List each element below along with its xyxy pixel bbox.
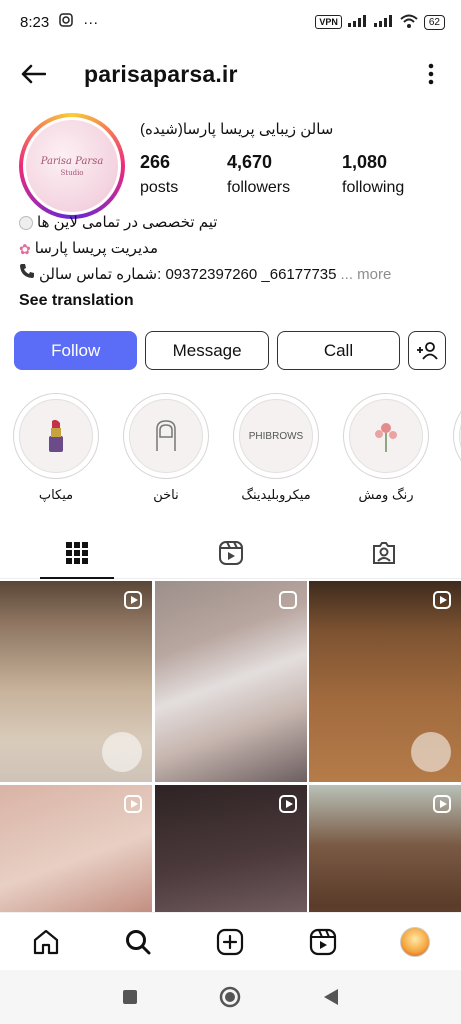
profile-stats: 266 posts 4,670 followers 1,080 followin…: [140, 152, 440, 197]
status-time: 8:23: [20, 13, 50, 31]
nav-home[interactable]: [23, 919, 69, 965]
signal-icon-2: [373, 14, 394, 30]
profile-username: parisaparsa.ir: [84, 60, 238, 87]
bio-more-link[interactable]: ... more: [340, 262, 391, 288]
stat-followers-label: followers: [227, 179, 291, 196]
status-bar: 8:23 ··· VPN 62: [0, 0, 461, 44]
back-button[interactable]: [316, 982, 346, 1012]
square-icon: [123, 990, 138, 1004]
reel-icon: [433, 795, 451, 813]
search-icon: [126, 929, 151, 954]
message-button[interactable]: Message: [145, 331, 269, 370]
flower-icon: [349, 399, 423, 473]
avatar: Parisa Parsa Studio: [26, 120, 118, 212]
highlight-nails[interactable]: ناخن: [123, 393, 209, 508]
phone-icon: [19, 262, 35, 288]
triangle-back-icon: [323, 989, 338, 1005]
reel-icon: [124, 795, 142, 813]
nail-icon: [129, 399, 203, 473]
circle-icon: [220, 986, 241, 1008]
stat-following-value: 1,080: [342, 152, 388, 172]
avatar-brand-text: Parisa Parsa: [40, 155, 104, 167]
profile-bio: تیم تخصصی در تمامی لاین ها ✿ مدیریت پریس…: [19, 210, 444, 314]
story-avatar[interactable]: Parisa Parsa Studio: [19, 113, 125, 219]
grid-post[interactable]: [154, 581, 307, 782]
tab-tagged[interactable]: [307, 527, 461, 578]
add-user-button[interactable]: [408, 331, 446, 370]
battery-indicator: 62: [423, 14, 445, 30]
vpn-badge: VPN: [315, 15, 342, 29]
stat-posts-value: 266: [140, 152, 171, 172]
signal-icon: [347, 14, 368, 30]
profile-header: parisaparsa.ir: [0, 50, 461, 98]
profile-avatar-icon: [399, 926, 430, 957]
reels-icon: [218, 540, 243, 565]
add-person-icon: [417, 341, 438, 360]
nav-create[interactable]: [207, 919, 253, 965]
blossom-icon: ✿: [19, 241, 31, 257]
grid-icon: [65, 541, 88, 564]
more-notifications-icon: ···: [83, 13, 99, 31]
tagged-icon: [373, 541, 396, 564]
highlight-label: ناخن: [153, 487, 179, 502]
add-post-icon: [217, 928, 244, 955]
reel-icon: [433, 591, 451, 609]
highlight-makeup[interactable]: میکاپ: [13, 393, 99, 508]
system-navigation-bar: [0, 970, 461, 1024]
recent-apps-button[interactable]: [115, 982, 145, 1012]
highlight-label: میکروبلیدینگ: [241, 487, 311, 502]
follow-button[interactable]: Follow: [14, 331, 138, 370]
profile-display-name-text: سالن زیبایی پریسا پارسا(شیده): [140, 121, 334, 138]
watermark-logo: [411, 732, 451, 772]
highlight-label: رنگ ومش: [358, 487, 414, 502]
more-options-icon[interactable]: [419, 59, 443, 89]
nav-reels[interactable]: [300, 919, 346, 965]
grid-post[interactable]: [309, 581, 461, 782]
wifi-icon: [400, 14, 418, 31]
watermark-logo: [102, 732, 142, 772]
story-highlights: میکاپ ناخن PHIBROWS میکروبلیدینگ رنگ ومش: [13, 393, 461, 508]
avatar-sub-text: Studio: [60, 168, 84, 177]
reel-icon: [124, 591, 142, 609]
reels-icon: [309, 928, 336, 955]
tab-reels[interactable]: [154, 527, 308, 578]
stat-posts[interactable]: 266 posts: [140, 152, 227, 197]
highlight-color[interactable]: رنگ ومش: [343, 393, 429, 508]
instagram-notification-icon: [59, 13, 73, 31]
nav-search[interactable]: [115, 919, 161, 965]
highlight-microblading[interactable]: PHIBROWS میکروبلیدینگ: [233, 393, 319, 508]
tab-grid[interactable]: [0, 527, 154, 579]
bio-line-2: مدیریت پریسا پارسا: [34, 240, 159, 257]
bottom-navigation: [0, 912, 461, 970]
nav-profile[interactable]: [392, 919, 438, 965]
phibrows-icon: PHIBROWS: [239, 399, 313, 473]
carousel-icon: [278, 591, 297, 609]
profile-tabs: [0, 527, 461, 579]
see-translation-link[interactable]: See translation: [19, 288, 444, 314]
profile-actions: Follow Message Call: [14, 331, 446, 370]
reel-icon: [278, 795, 297, 813]
phibrows-text: PHIBROWS: [248, 430, 304, 442]
back-arrow-icon[interactable]: [18, 59, 48, 89]
home-button[interactable]: [215, 982, 245, 1012]
call-button[interactable]: Call: [276, 331, 401, 370]
lipstick-icon: [19, 399, 93, 473]
stat-followers-value: 4,670: [227, 152, 273, 172]
stat-following[interactable]: 1,080 following: [342, 152, 404, 197]
highlight-label: میکاپ: [38, 487, 74, 502]
stat-posts-label: posts: [140, 179, 179, 196]
grid-post[interactable]: [0, 581, 152, 782]
white-circle-icon: [19, 216, 33, 230]
stat-following-label: following: [342, 179, 405, 196]
bio-line-3: 66177735_ 09372397260 :شماره تماس سالن: [39, 266, 337, 283]
bio-line-1: تیم تخصصی در تمامی لاین ها: [37, 214, 218, 231]
highlight-partial[interactable]: [453, 393, 461, 508]
profile-display-name: سالن زیبایی پریسا پارسا(شیده): [140, 120, 445, 138]
stat-followers[interactable]: 4,670 followers: [227, 152, 342, 197]
home-icon: [33, 929, 59, 954]
